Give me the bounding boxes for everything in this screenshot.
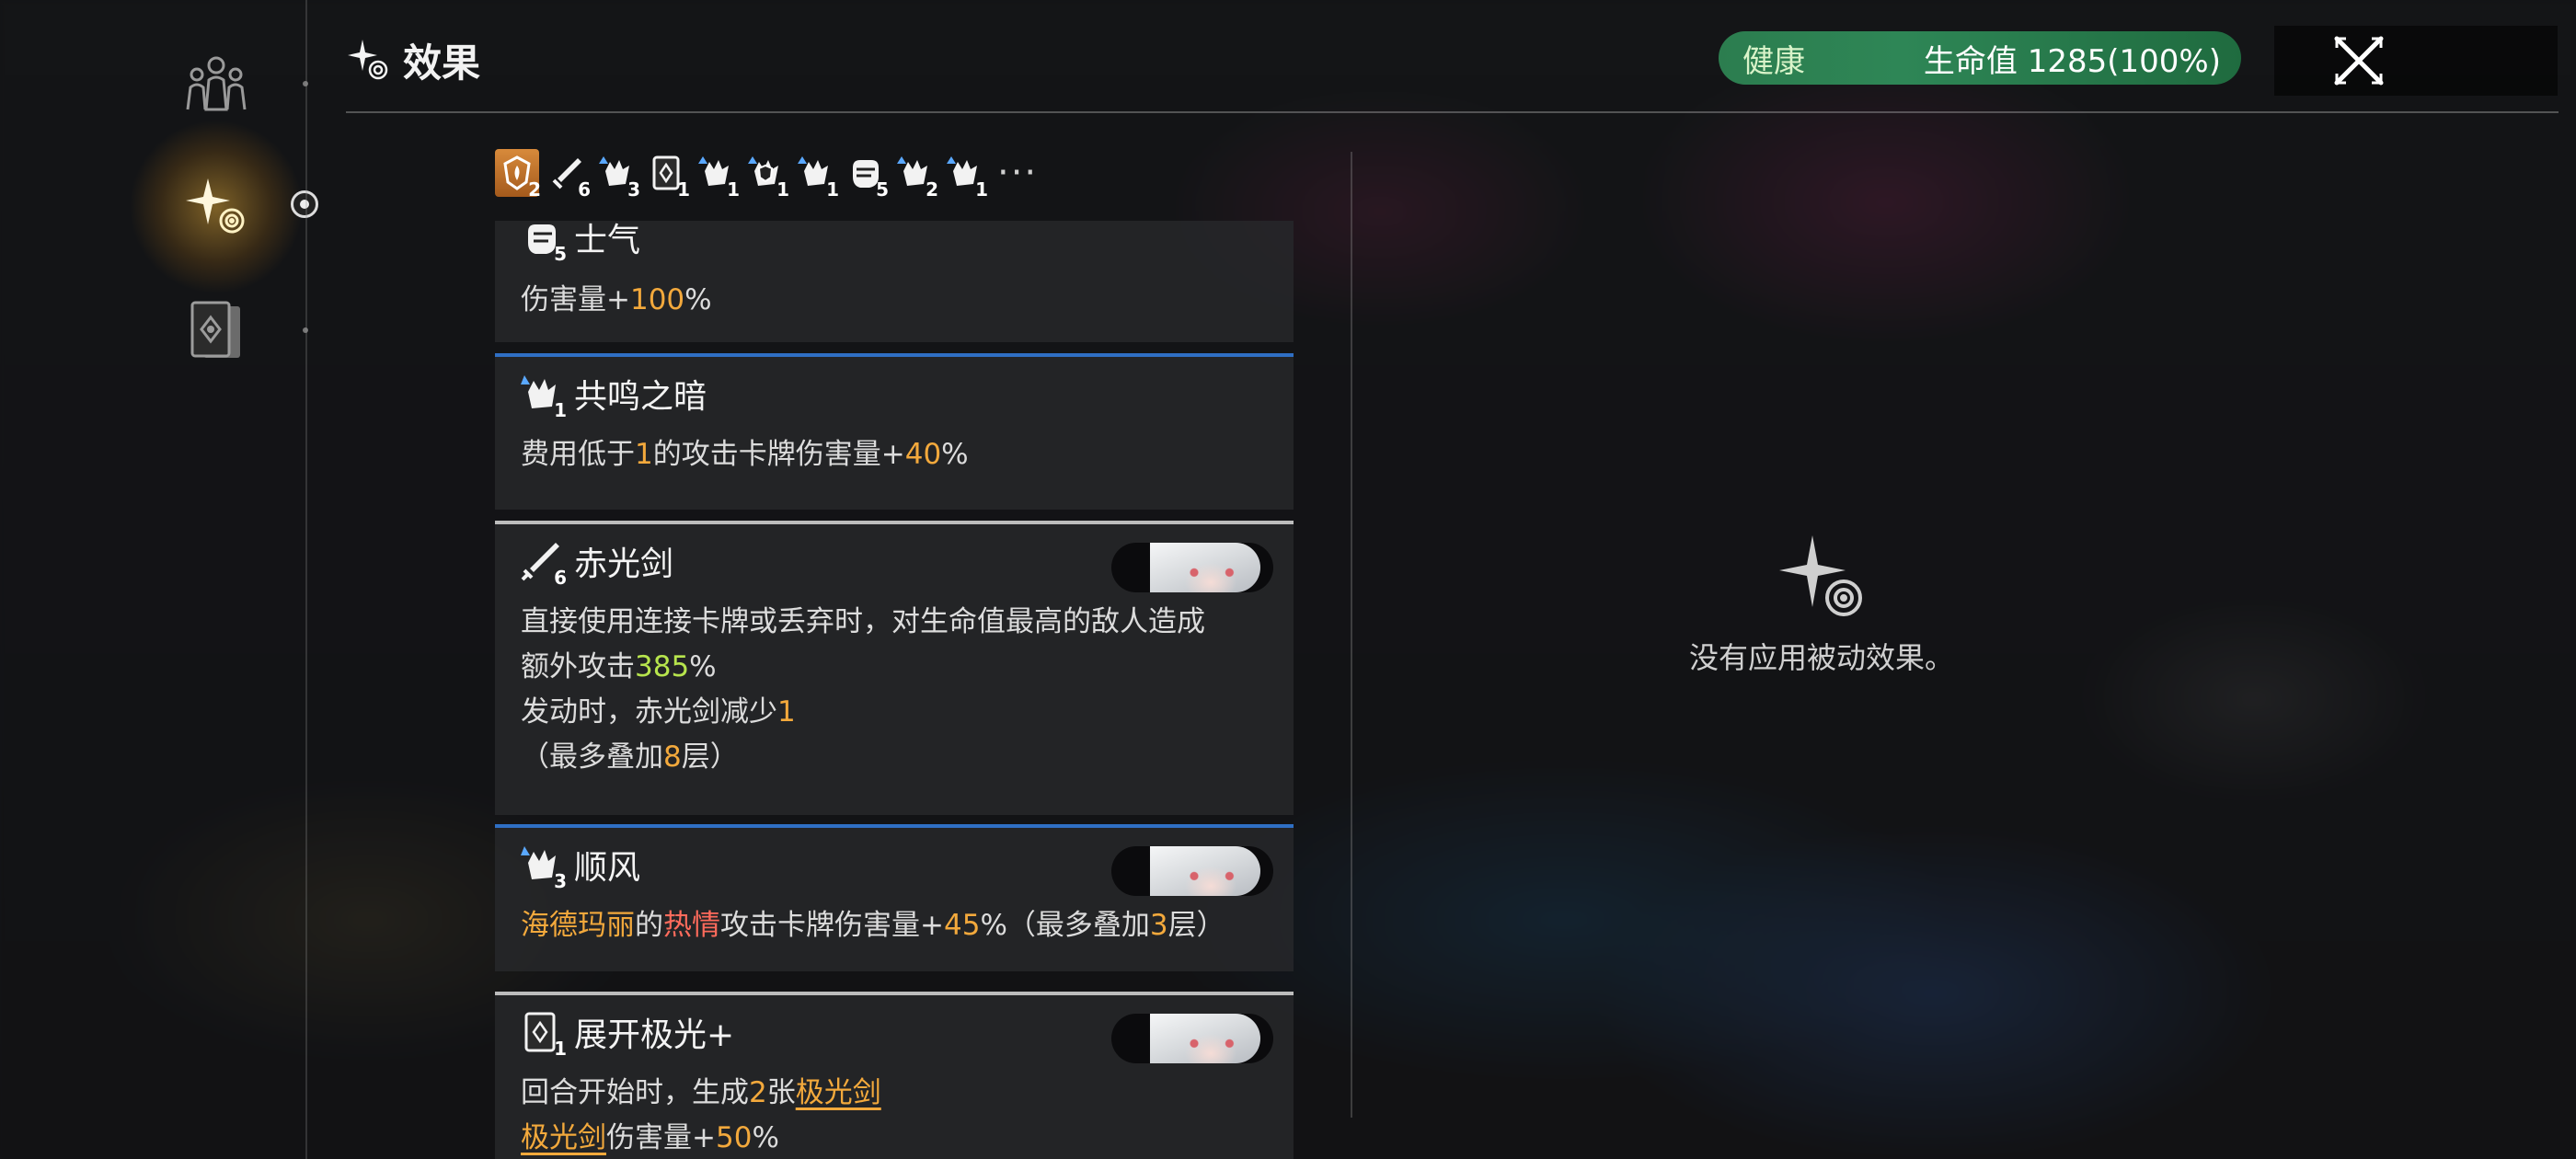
nav-divider — [305, 0, 307, 1159]
highlight-number: 2 — [749, 1076, 767, 1109]
stack-count: 3 — [627, 178, 640, 201]
side-nav — [0, 0, 318, 1159]
close-area — [2274, 26, 2558, 96]
nav-characters[interactable] — [170, 39, 262, 131]
effect-title: 士气 — [574, 222, 641, 259]
panel-divider — [1351, 152, 1352, 1118]
header: 效果 — [346, 28, 480, 92]
effects-icon — [186, 178, 245, 234]
character-name: 海德玛丽 — [521, 909, 635, 942]
stack-count: 1 — [776, 178, 789, 201]
stack-count: 1 — [975, 178, 988, 201]
stack-count: 1 — [677, 178, 690, 201]
nav-cards[interactable] — [170, 285, 262, 377]
highlight-number: 3 — [1149, 909, 1168, 942]
flame-shield-icon[interactable]: 2 — [495, 149, 541, 201]
hp-value: 生命值 1285(100%) — [1923, 42, 2221, 80]
effect-card-expand-aurora[interactable]: 1 展开极光+ 回合开始时，生成2张极光剑 极光剑伤害量+50% — [495, 992, 1294, 1159]
cards-icon — [190, 301, 240, 358]
hand-buff-icon: 1 — [519, 372, 567, 421]
highlight-number: 50 — [715, 1121, 753, 1154]
characters-icon — [186, 56, 247, 111]
effects-icon — [348, 40, 388, 80]
effect-title: 展开极光+ — [574, 1016, 735, 1054]
header-divider — [346, 111, 2559, 113]
hand-shield-icon[interactable]: 1 — [743, 149, 789, 201]
highlight-number: 100 — [629, 283, 685, 316]
stack-count: 1 — [826, 178, 839, 201]
empty-state-text: 没有应用被动效果。 — [1688, 640, 1954, 675]
character-portrait — [1111, 846, 1273, 896]
effects-icon — [1779, 535, 1862, 616]
hand-buff-icon[interactable]: 3 — [594, 149, 640, 201]
keyword: 热情 — [663, 909, 720, 942]
card-link[interactable]: 极光剑 — [796, 1076, 881, 1109]
highlight-number: 45 — [943, 909, 981, 942]
effect-description: 伤害量+100% — [521, 283, 712, 316]
effect-title: 顺风 — [574, 849, 641, 887]
stack-count: 1 — [727, 178, 740, 201]
effect-icon-strip: 2 6 3 1 1 1 1 5 2 1 ··· — [495, 147, 1038, 201]
highlight-number: 8 — [663, 740, 682, 774]
highlight-number: 1 — [635, 438, 653, 471]
active-nav-indicator — [291, 190, 318, 218]
fist-icon[interactable]: 5 — [843, 149, 889, 201]
highlight-number: 40 — [904, 438, 942, 471]
fist-icon: 5 — [519, 221, 567, 265]
sword-icon[interactable]: 6 — [545, 149, 591, 201]
effect-title: 共鸣之暗 — [574, 378, 707, 416]
stack-count: 2 — [926, 178, 938, 201]
close-button[interactable] — [2326, 28, 2392, 94]
nav-effects[interactable] — [129, 120, 304, 294]
more-effects-indicator[interactable]: ··· — [997, 155, 1038, 191]
page-title: 效果 — [403, 40, 481, 86]
effect-card-resonance-dark[interactable]: 1 共鸣之暗 费用低于1的攻击卡牌伤害量+40% — [495, 353, 1294, 510]
hand-buff-icon[interactable]: 1 — [793, 149, 839, 201]
effect-list[interactable]: 5 士气 伤害量+100% 1 共鸣之暗 费用低于1的攻击卡牌伤害量+40% 6… — [495, 221, 1294, 1159]
hand-buff-icon[interactable]: 2 — [892, 149, 938, 201]
effect-description: 回合开始时，生成2张极光剑 极光剑伤害量+50% — [521, 1076, 881, 1154]
effect-card-red-light-sword[interactable]: 6 赤光剑 直接使用连接卡牌或丢弃时，对生命值最高的敌人造成 额外攻击385% 发动… — [495, 521, 1294, 815]
card-link[interactable]: 极光剑 — [521, 1121, 606, 1154]
stack-count: 6 — [578, 178, 591, 201]
highlight-number: 385 — [635, 650, 690, 683]
hand-buff-icon[interactable]: 1 — [942, 149, 988, 201]
effect-card-morale[interactable]: 5 士气 伤害量+100% — [495, 221, 1294, 342]
highlight-number: 1 — [777, 695, 796, 729]
effect-title: 赤光剑 — [574, 545, 674, 583]
effect-card-tailwind[interactable]: 3 顺风 海德玛丽的热情攻击卡牌伤害量+45%（最多叠加3层） — [495, 824, 1294, 971]
hand-buff-icon: 3 — [519, 843, 567, 892]
character-portrait — [1111, 1014, 1273, 1063]
stack-count: 5 — [876, 178, 889, 201]
hand-buff-icon[interactable]: 1 — [694, 149, 740, 201]
card-icon[interactable]: 1 — [644, 149, 690, 201]
character-portrait — [1111, 543, 1273, 592]
effect-description: 费用低于1的攻击卡牌伤害量+40% — [521, 438, 969, 471]
close-icon — [2334, 36, 2384, 86]
sword-icon: 6 — [519, 539, 567, 589]
effect-description: 直接使用连接卡牌或丢弃时，对生命值最高的敌人造成 额外攻击385% 发动时，赤光剑减… — [521, 605, 1205, 774]
card-icon: 1 — [519, 1010, 567, 1060]
stack-count: 2 — [528, 178, 541, 201]
effect-description: 海德玛丽的热情攻击卡牌伤害量+45%（最多叠加3层） — [521, 909, 1225, 942]
health-bar: 健康 生命值 1285(100%) — [1719, 31, 2241, 85]
health-status: 健康 — [1742, 42, 1805, 80]
passive-effects-empty-state: 没有应用被动效果。 — [1674, 532, 1969, 677]
